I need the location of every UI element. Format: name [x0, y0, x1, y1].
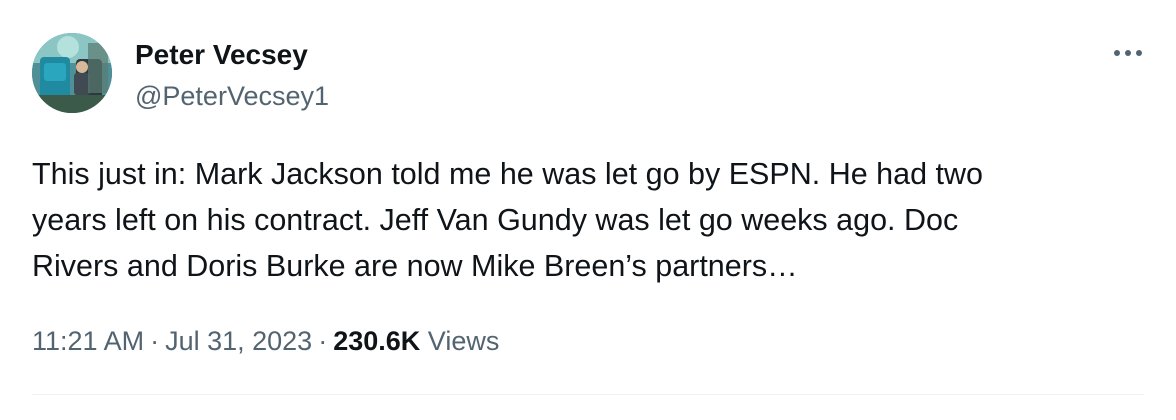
author-display-name[interactable]: Peter Vecsey: [135, 38, 308, 72]
tweet-date[interactable]: Jul 31, 2023: [165, 326, 312, 356]
avatar[interactable]: [32, 33, 112, 113]
tweet-card: Peter Vecsey @PeterVecsey1 This just in:…: [0, 0, 1176, 420]
views-count[interactable]: 230.6K: [333, 326, 420, 356]
meta-separator: ·: [318, 326, 328, 356]
author-handle[interactable]: @PeterVecsey1: [135, 79, 329, 113]
more-options-button[interactable]: [1108, 38, 1148, 68]
tweet-metadata: 11:21 AM · Jul 31, 2023 · 230.6K Views: [32, 323, 499, 359]
tweet-text: This just in: Mark Jackson told me he wa…: [32, 157, 983, 283]
more-horizontal-icon: [1114, 50, 1142, 56]
divider: [32, 394, 1144, 395]
tweet-time[interactable]: 11:21 AM: [32, 326, 144, 356]
meta-separator: ·: [150, 326, 160, 356]
views-label[interactable]: Views: [428, 326, 500, 356]
